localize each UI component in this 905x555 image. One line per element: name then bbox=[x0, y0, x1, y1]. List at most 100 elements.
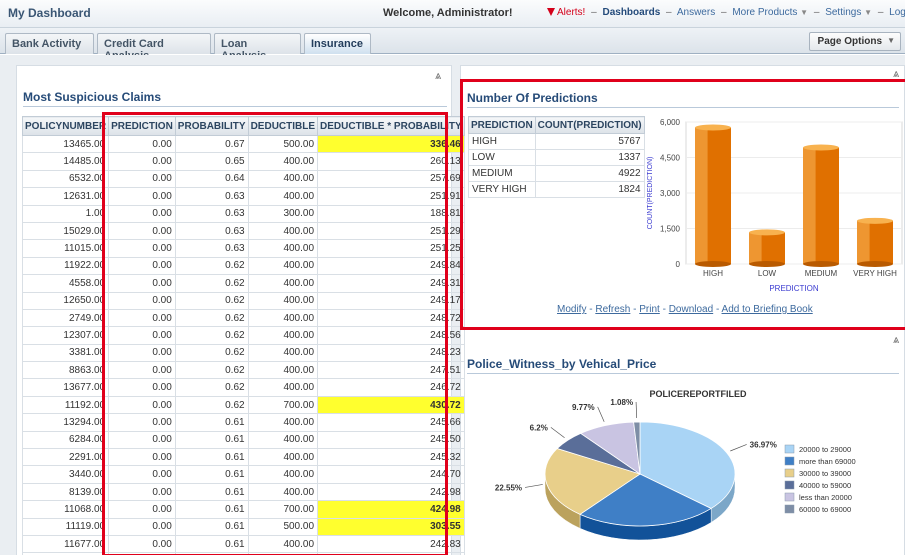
table-row: 11068.00 0.00 0.61 700.00 424.98 bbox=[21, 500, 465, 519]
bar-base bbox=[803, 261, 839, 267]
table-cell: 11068.00 bbox=[21, 500, 110, 519]
welcome-message: Welcome, Administrator! bbox=[383, 7, 513, 19]
table-cell: 251.29 bbox=[317, 221, 465, 241]
table-cell: 424.98 bbox=[317, 500, 465, 519]
table-cell: HIGH bbox=[468, 133, 536, 150]
table-cell: 6532.00 bbox=[21, 169, 110, 189]
table-cell: 0.61 bbox=[174, 482, 249, 502]
table-row: 11922.00 0.00 0.62 400.00 249.84 bbox=[21, 256, 465, 276]
y-axis-label: COUNT(PREDICTION) bbox=[647, 157, 654, 230]
add-to-briefing-book-link[interactable]: Add to Briefing Book bbox=[722, 304, 813, 315]
table-cell: 13465.00 bbox=[21, 134, 110, 154]
table-cell: 244.70 bbox=[317, 465, 465, 484]
table-row: 14485.00 0.00 0.65 400.00 260.13 bbox=[21, 152, 465, 171]
refresh-link[interactable]: Refresh bbox=[595, 304, 630, 315]
table-row: 11677.00 0.00 0.61 400.00 242.83 bbox=[21, 534, 465, 554]
table-cell: 2749.00 bbox=[21, 308, 110, 328]
table-cell: 1.00 bbox=[21, 204, 110, 223]
column-header[interactable]: PROBABILITY bbox=[174, 116, 249, 136]
column-header[interactable]: DEDUCTIBLE * PROBABILITY bbox=[317, 116, 465, 136]
table-cell: 0.00 bbox=[108, 361, 176, 380]
app-title: My Dashboard bbox=[8, 6, 91, 20]
table-row: 3440.00 0.00 0.61 400.00 244.70 bbox=[21, 465, 465, 484]
pie-leader-line bbox=[524, 484, 543, 488]
table-cell: 400.00 bbox=[247, 482, 319, 502]
table-cell: 251.91 bbox=[317, 187, 465, 206]
title-divider bbox=[467, 373, 899, 374]
column-header[interactable]: POLICYNUMBER bbox=[21, 116, 110, 136]
table-row: 6532.00 0.00 0.64 400.00 257.69 bbox=[21, 169, 465, 189]
tab-insurance[interactable]: Insurance bbox=[304, 33, 371, 54]
table-cell: 0.61 bbox=[174, 430, 249, 450]
table-row: 3381.00 0.00 0.62 400.00 248.23 bbox=[21, 343, 465, 363]
table-cell: 0.00 bbox=[108, 534, 176, 554]
chevron-down-icon: ▼ bbox=[887, 36, 895, 45]
table-cell: 700.00 bbox=[247, 395, 319, 415]
table-cell: 14485.00 bbox=[21, 152, 110, 171]
bar-highlight bbox=[803, 147, 816, 264]
table-cell: 246.72 bbox=[317, 378, 465, 397]
print-link[interactable]: Print bbox=[639, 304, 660, 315]
table-cell: 0.62 bbox=[174, 256, 249, 276]
dashboards-menu[interactable]: Dashboards bbox=[602, 7, 660, 18]
table-cell: 400.00 bbox=[247, 448, 319, 467]
table-cell: 0.00 bbox=[108, 274, 176, 293]
bar-top bbox=[695, 124, 731, 131]
tab-bank-activity[interactable]: Bank Activity bbox=[5, 33, 94, 54]
table-cell: 1337 bbox=[534, 149, 645, 166]
legend-swatch bbox=[784, 480, 795, 490]
table-cell: 0.61 bbox=[174, 517, 249, 536]
table-cell: 260.13 bbox=[317, 152, 465, 171]
download-link[interactable]: Download bbox=[669, 304, 713, 315]
table-row: 12631.00 0.00 0.63 400.00 251.91 bbox=[21, 187, 465, 206]
table-cell: 300.00 bbox=[247, 204, 319, 223]
column-header[interactable]: DEDUCTIBLE bbox=[247, 116, 319, 136]
table-cell: 303.55 bbox=[317, 517, 465, 536]
claims-section-title: Most Suspicious Claims bbox=[23, 90, 162, 104]
table-cell: 400.00 bbox=[247, 413, 319, 432]
table-cell: 500.00 bbox=[247, 517, 319, 536]
alerts-link[interactable]: Alerts! bbox=[547, 7, 588, 18]
answers-link[interactable]: Answers bbox=[677, 7, 715, 18]
alert-flag-icon bbox=[547, 8, 555, 16]
more-products-menu[interactable]: More Products ▼ bbox=[732, 7, 808, 18]
collapse-icon[interactable]: ⩓ bbox=[435, 70, 441, 83]
table-row: 11015.00 0.00 0.63 400.00 251.25 bbox=[21, 239, 465, 258]
table-cell: 700.00 bbox=[247, 500, 319, 519]
table-cell: 400.00 bbox=[247, 430, 319, 450]
column-header[interactable]: PREDICTION bbox=[468, 116, 536, 134]
table-cell: 0.00 bbox=[108, 430, 176, 450]
page-options-button[interactable]: Page Options ▼ bbox=[808, 32, 901, 51]
table-cell: 400.00 bbox=[247, 169, 319, 189]
column-header[interactable]: PREDICTION bbox=[108, 116, 176, 136]
legend-swatch bbox=[784, 492, 795, 502]
table-cell: 430.72 bbox=[317, 395, 465, 415]
table-cell: 400.00 bbox=[247, 291, 319, 310]
collapse-icon[interactable]: ⩓ bbox=[893, 68, 899, 81]
table-cell: 248.56 bbox=[317, 326, 465, 345]
predictions-bar-chart: 0 1,500 3,000 4,500 6,000 COUNT(PREDICTION) HI… bbox=[647, 118, 903, 293]
collapse-icon[interactable]: ⩓ bbox=[893, 334, 899, 347]
column-header[interactable]: COUNT(PREDICTION) bbox=[534, 116, 645, 134]
table-row: 1.00 0.00 0.63 300.00 188.81 bbox=[21, 204, 465, 223]
table-cell: 247.51 bbox=[317, 361, 465, 380]
table-cell: 8139.00 bbox=[21, 482, 110, 502]
modify-link[interactable]: Modify bbox=[557, 304, 586, 315]
table-cell: 400.00 bbox=[247, 152, 319, 171]
x-tick-label: LOW bbox=[758, 269, 777, 278]
logout-link[interactable]: Log Ou bbox=[889, 7, 905, 18]
bar bbox=[749, 229, 785, 267]
settings-menu[interactable]: Settings ▼ bbox=[825, 7, 872, 18]
report-links: Modify - Refresh - Print - Download - Ad… bbox=[557, 304, 813, 315]
table-cell: 11677.00 bbox=[21, 534, 110, 554]
table-cell: 400.00 bbox=[247, 378, 319, 397]
tab-loan-analysis[interactable]: Loan Analysis bbox=[214, 33, 301, 62]
table-cell: 0.62 bbox=[174, 378, 249, 397]
legend-swatch bbox=[784, 504, 795, 514]
table-cell: 400.00 bbox=[247, 239, 319, 258]
table-cell: 0.00 bbox=[108, 221, 176, 241]
table-cell: MEDIUM bbox=[468, 165, 536, 182]
table-cell: 400.00 bbox=[247, 274, 319, 293]
tab-credit-card-analysis[interactable]: Credit Card Analysis bbox=[97, 33, 211, 62]
table-cell: 0.00 bbox=[108, 291, 176, 310]
